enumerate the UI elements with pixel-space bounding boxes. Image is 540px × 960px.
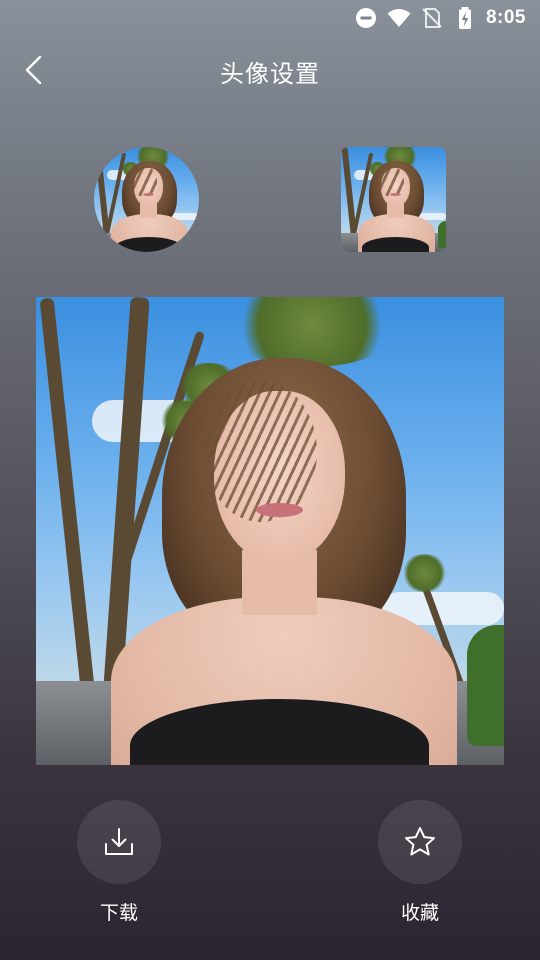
battery-charging-icon: [458, 7, 471, 29]
square-avatar-preview: [341, 147, 446, 252]
download-label[interactable]: 下载: [77, 898, 161, 925]
do-not-disturb-icon: [355, 8, 376, 28]
page-title: 头像设置: [220, 61, 320, 88]
download-circle[interactable]: [77, 800, 161, 884]
favorite-button[interactable]: 收藏: [378, 800, 462, 925]
favorite-label[interactable]: 收藏: [378, 898, 462, 925]
star-icon: [405, 827, 435, 856]
wifi-icon: [387, 9, 411, 27]
download-icon: [105, 828, 133, 855]
status-bar: 8:05: [0, 0, 540, 38]
circle-avatar-preview: [94, 147, 199, 252]
status-time: 8:05: [485, 7, 526, 28]
favorite-circle[interactable]: [378, 800, 462, 884]
nav-bar: 头像设置: [0, 40, 540, 100]
avatar-photo: [36, 297, 504, 765]
download-button[interactable]: 下载: [77, 800, 161, 925]
no-sim-icon: [422, 8, 442, 28]
status-icons: 8:05: [354, 6, 526, 30]
